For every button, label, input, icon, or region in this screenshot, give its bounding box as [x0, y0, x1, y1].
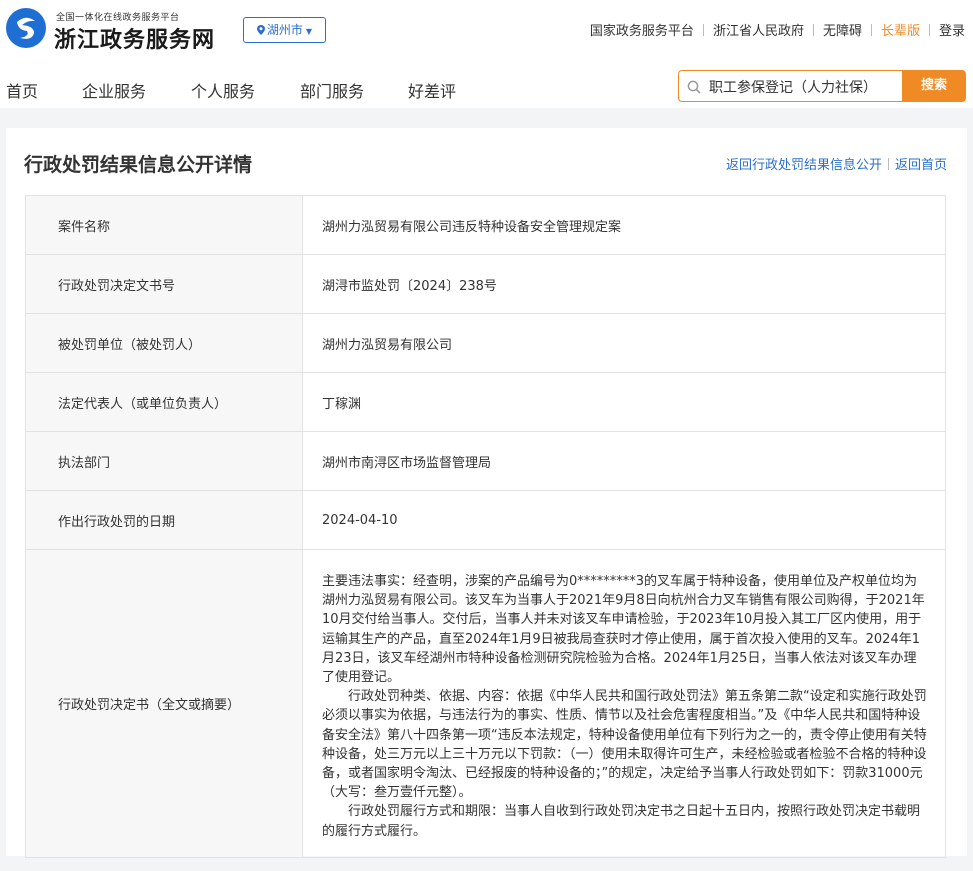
link-login[interactable]: 登录 — [939, 24, 965, 39]
search-icon — [687, 80, 701, 94]
search-button[interactable]: 搜索 — [902, 70, 966, 102]
link-provincial-government[interactable]: 浙江省人民政府 — [713, 24, 804, 39]
city-name: 湖州市 — [266, 23, 303, 37]
decision-paragraph-basis: 行政处罚种类、依据、内容：依据《中华人民共和国行政处罚法》第五条第二款“设定和实… — [322, 689, 927, 801]
decision-paragraph-facts: 主要违法事实：经查明，涉案的产品编号为0*********3的叉车属于特种设备，… — [322, 574, 925, 686]
nav-evaluation[interactable]: 好差评 — [408, 78, 456, 102]
top-links: 国家政务服务平台 浙江省人民政府 无障碍 长辈版 登录 — [590, 20, 965, 39]
row-label-enforcement-department: 执法部门 — [25, 431, 303, 491]
table-row: 被处罚单位（被处罚人） 湖州力泓贸易有限公司 — [25, 313, 946, 373]
nav-personal-services[interactable]: 个人服务 — [191, 78, 255, 102]
row-label-legal-representative: 法定代表人（或单位负责人） — [25, 372, 303, 432]
divider — [702, 24, 704, 36]
row-value-document-number: 湖浔市监处罚〔2024〕238号 — [302, 254, 946, 314]
row-value-legal-representative: 丁稼渊 — [302, 372, 946, 432]
row-value-penalized-party: 湖州力泓贸易有限公司 — [302, 313, 946, 373]
search-bar: 搜索 — [678, 70, 966, 102]
table-row: 执法部门 湖州市南浔区市场监督管理局 — [25, 431, 946, 491]
row-value-decision-date: 2024-04-10 — [302, 490, 946, 550]
panel-links: 返回行政处罚结果信息公开 返回首页 — [726, 154, 947, 173]
divider — [870, 24, 872, 36]
row-label-document-number: 行政处罚决定文书号 — [25, 254, 303, 314]
row-label-penalized-party: 被处罚单位（被处罚人） — [25, 313, 303, 373]
decision-paragraph-fulfillment: 行政处罚履行方式和期限：当事人自收到行政处罚决定书之日起十五日内，按照行政处罚决… — [322, 804, 921, 839]
city-selector[interactable]: 湖州市 ▼ — [243, 17, 326, 43]
back-to-list-link[interactable]: 返回行政处罚结果信息公开 — [726, 158, 882, 173]
link-elder-version[interactable]: 长辈版 — [881, 24, 920, 39]
brand-title[interactable]: 浙江政务服务网 — [54, 22, 215, 54]
link-national-platform[interactable]: 国家政务服务平台 — [590, 24, 694, 39]
page-title: 行政处罚结果信息公开详情 — [24, 154, 253, 176]
table-row: 行政处罚决定书（全文或摘要） 主要违法事实：经查明，涉案的产品编号为0*****… — [25, 549, 946, 858]
nav-department-services[interactable]: 部门服务 — [300, 78, 364, 102]
table-row: 案件名称 湖州力泓贸易有限公司违反特种设备安全管理规定案 — [25, 195, 946, 255]
back-to-home-link[interactable]: 返回首页 — [895, 158, 947, 173]
row-label-decision-text: 行政处罚决定书（全文或摘要） — [25, 549, 303, 858]
row-label-case-name: 案件名称 — [25, 195, 303, 255]
site-logo-icon[interactable] — [6, 8, 46, 48]
link-accessibility[interactable]: 无障碍 — [823, 24, 862, 39]
row-label-decision-date: 作出行政处罚的日期 — [25, 490, 303, 550]
caret-down-icon: ▼ — [305, 27, 313, 36]
table-row: 行政处罚决定文书号 湖浔市监处罚〔2024〕238号 — [25, 254, 946, 314]
divider — [812, 24, 814, 36]
nav-home[interactable]: 首页 — [6, 78, 38, 102]
row-value-enforcement-department: 湖州市南浔区市场监督管理局 — [302, 431, 946, 491]
top-header: 全国一体化在线政务服务平台 浙江政务服务网 湖州市 ▼ 国家政务服务平台 浙江省人民… — [0, 0, 973, 108]
divider — [928, 24, 930, 36]
detail-table: 案件名称 湖州力泓贸易有限公司违反特种设备安全管理规定案 行政处罚决定文书号 湖… — [25, 195, 946, 858]
row-value-case-name: 湖州力泓贸易有限公司违反特种设备安全管理规定案 — [302, 195, 946, 255]
nav-enterprise-services[interactable]: 企业服务 — [82, 78, 146, 102]
divider — [887, 158, 889, 170]
table-row: 作出行政处罚的日期 2024-04-10 — [25, 490, 946, 550]
detail-panel: 行政处罚结果信息公开详情 返回行政处罚结果信息公开 返回首页 案件名称 湖州力泓贸… — [6, 128, 967, 858]
search-input[interactable] — [709, 77, 899, 97]
search-box — [678, 70, 904, 102]
row-value-decision-text: 主要违法事实：经查明，涉案的产品编号为0*********3的叉车属于特种设备，… — [302, 549, 946, 858]
table-row: 法定代表人（或单位负责人） 丁稼渊 — [25, 372, 946, 432]
location-pin-icon — [256, 25, 265, 35]
